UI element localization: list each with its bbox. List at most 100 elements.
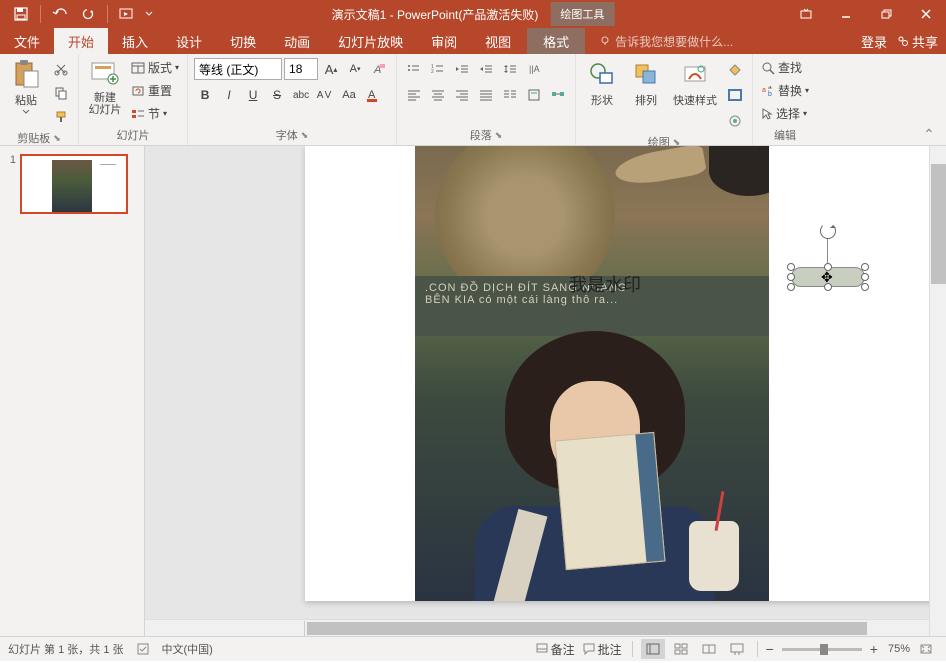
bold-icon[interactable]: B — [194, 84, 216, 106]
save-icon[interactable] — [8, 2, 34, 26]
shape-effects-icon[interactable] — [724, 110, 746, 132]
resize-handle[interactable] — [861, 263, 869, 271]
align-text-icon[interactable] — [523, 84, 545, 106]
columns-icon[interactable] — [499, 84, 521, 106]
svg-text:b: b — [768, 91, 772, 97]
spellcheck-icon[interactable] — [136, 642, 150, 656]
find-button[interactable]: 查找 — [759, 58, 811, 77]
selected-shape[interactable]: ✥ — [785, 261, 871, 293]
shadow-icon[interactable]: abc — [290, 84, 312, 106]
font-size-input[interactable] — [284, 58, 318, 80]
tab-file[interactable]: 文件 — [0, 28, 54, 54]
tab-view[interactable]: 视图 — [471, 28, 525, 54]
signin-link[interactable]: 登录 — [861, 32, 887, 51]
resize-handle[interactable] — [861, 273, 869, 281]
tell-me-search[interactable]: 告诉我您想要做什么... — [599, 28, 733, 54]
align-center-icon[interactable] — [427, 84, 449, 106]
restore-icon[interactable] — [866, 0, 906, 28]
share-button[interactable]: 共享 — [897, 32, 938, 51]
watermark-text[interactable]: 我是水印 — [569, 271, 641, 297]
strikethrough-icon[interactable]: S — [266, 84, 288, 106]
increase-font-icon[interactable]: A▴ — [320, 58, 342, 80]
language-indicator[interactable]: 中文(中国) — [162, 641, 213, 657]
tab-format[interactable]: 格式 — [527, 28, 585, 54]
vertical-scrollbar[interactable] — [929, 146, 946, 636]
underline-icon[interactable]: U — [242, 84, 264, 106]
dialog-launcher-icon[interactable]: ⬊ — [301, 130, 309, 141]
zoom-out-button[interactable]: − — [766, 641, 774, 657]
select-button[interactable]: 选择▾ — [759, 104, 811, 123]
zoom-level[interactable]: 75% — [888, 643, 910, 655]
font-name-input[interactable] — [194, 58, 282, 80]
horizontal-scrollbar[interactable] — [145, 619, 929, 636]
text-direction-icon[interactable]: ||A — [523, 58, 545, 80]
resize-handle[interactable] — [787, 263, 795, 271]
section-button[interactable]: 节▾ — [129, 104, 181, 123]
tab-review[interactable]: 审阅 — [417, 28, 471, 54]
slide-thumbnail[interactable]: 1 — [4, 154, 140, 214]
slide-canvas-area[interactable]: .CON ĐỒ DỊCH ĐÍT SANG NGANG BÊN KIA có m… — [145, 146, 946, 636]
paste-button[interactable]: 粘贴 — [6, 58, 46, 114]
tab-slideshow[interactable]: 幻灯片放映 — [324, 28, 417, 54]
fit-window-icon[interactable] — [914, 639, 938, 659]
decrease-indent-icon[interactable] — [451, 58, 473, 80]
shape-fill-icon[interactable] — [724, 58, 746, 80]
reading-view-icon[interactable] — [697, 639, 721, 659]
undo-icon[interactable] — [47, 2, 73, 26]
clear-formatting-icon[interactable]: A — [368, 58, 390, 80]
reset-button[interactable]: 重置 — [129, 81, 181, 100]
group-label: 段落 — [470, 127, 492, 143]
redo-icon[interactable] — [75, 2, 101, 26]
italic-icon[interactable]: I — [218, 84, 240, 106]
dialog-launcher-icon[interactable]: ⬊ — [53, 133, 61, 144]
new-slide-button[interactable]: 新建 幻灯片 — [85, 58, 125, 116]
format-painter-icon[interactable] — [50, 106, 72, 128]
qat-dropdown-icon[interactable] — [142, 2, 156, 26]
resize-handle[interactable] — [861, 283, 869, 291]
tab-transitions[interactable]: 切换 — [216, 28, 270, 54]
rotation-handle[interactable] — [820, 223, 836, 239]
cut-icon[interactable] — [50, 58, 72, 80]
shapes-button[interactable]: 形状 — [582, 58, 622, 108]
justify-icon[interactable] — [475, 84, 497, 106]
smartart-icon[interactable] — [547, 84, 569, 106]
quick-styles-button[interactable]: 快速样式 — [670, 58, 720, 108]
zoom-slider[interactable] — [782, 648, 862, 651]
sorter-view-icon[interactable] — [669, 639, 693, 659]
collapse-ribbon-icon[interactable]: ⌃ — [918, 123, 940, 145]
numbering-icon[interactable]: 12 — [427, 58, 449, 80]
normal-view-icon[interactable] — [641, 639, 665, 659]
replace-button[interactable]: ab替换▾ — [759, 81, 811, 100]
slide[interactable]: .CON ĐỒ DỊCH ĐÍT SANG NGANG BÊN KIA có m… — [305, 146, 946, 601]
minimize-icon[interactable] — [826, 0, 866, 28]
tab-insert[interactable]: 插入 — [108, 28, 162, 54]
align-right-icon[interactable] — [451, 84, 473, 106]
comments-button[interactable]: 批注 — [581, 640, 624, 659]
start-from-beginning-icon[interactable] — [114, 2, 140, 26]
zoom-in-button[interactable]: + — [870, 641, 878, 657]
bullets-icon[interactable] — [403, 58, 425, 80]
resize-handle[interactable] — [787, 273, 795, 281]
slide-image[interactable]: .CON ĐỒ DỊCH ĐÍT SANG NGANG BÊN KIA có m… — [415, 146, 769, 601]
ribbon-options-icon[interactable] — [786, 0, 826, 28]
increase-indent-icon[interactable] — [475, 58, 497, 80]
font-color-icon[interactable]: A — [362, 84, 384, 106]
close-icon[interactable] — [906, 0, 946, 28]
tab-animations[interactable]: 动画 — [270, 28, 324, 54]
dialog-launcher-icon[interactable]: ⬊ — [495, 130, 503, 141]
tab-design[interactable]: 设计 — [162, 28, 216, 54]
slideshow-view-icon[interactable] — [725, 639, 749, 659]
line-spacing-icon[interactable] — [499, 58, 521, 80]
shape-outline-icon[interactable] — [724, 84, 746, 106]
char-spacing-icon[interactable]: AV — [314, 84, 336, 106]
notes-button[interactable]: 备注 — [534, 640, 577, 659]
tab-home[interactable]: 开始 — [54, 28, 108, 54]
change-case-icon[interactable]: Aa — [338, 84, 360, 106]
align-left-icon[interactable] — [403, 84, 425, 106]
copy-icon[interactable] — [50, 82, 72, 104]
resize-handle[interactable] — [787, 283, 795, 291]
search-icon — [761, 61, 775, 75]
decrease-font-icon[interactable]: A▾ — [344, 58, 366, 80]
arrange-button[interactable]: 排列 — [626, 58, 666, 108]
layout-button[interactable]: 版式▾ — [129, 58, 181, 77]
